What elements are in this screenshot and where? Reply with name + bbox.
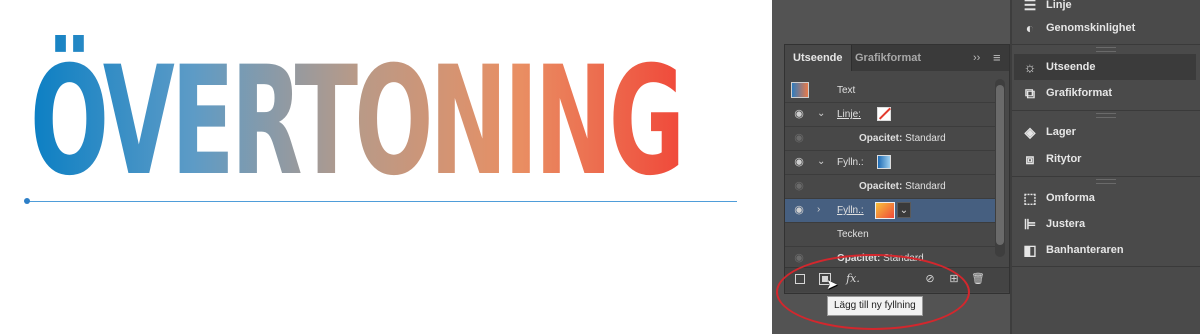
visibility-eye-icon[interactable]: ◉ <box>791 155 807 169</box>
stroke-label[interactable]: Linje: <box>837 108 861 122</box>
dock-item-ritytor[interactable]: ⧈ Ritytor <box>1014 146 1196 172</box>
chevron-right-icon[interactable]: › <box>817 203 820 217</box>
dock-separator <box>1012 44 1200 45</box>
opacity-label: Opacitet: Standard <box>859 180 946 194</box>
dock-grip[interactable] <box>1096 47 1116 52</box>
dock-label: Lager <box>1046 126 1076 138</box>
row-stroke[interactable]: ◉ ⌄ Linje: <box>785 103 995 127</box>
visibility-eye-icon[interactable]: ◉ <box>791 203 807 217</box>
highlight-ellipse <box>776 254 970 330</box>
row-text-object[interactable]: Text <box>785 79 995 103</box>
characters-label: Tecken <box>837 229 869 240</box>
collapse-panel-icon[interactable]: ›› <box>973 45 980 71</box>
dock-separator <box>1012 110 1200 111</box>
opacity-key[interactable]: Opacitet: <box>859 133 902 144</box>
dock-label: Banhanteraren <box>1046 244 1124 256</box>
pathfinder-icon: ◧ <box>1023 242 1037 258</box>
dock-separator <box>1012 266 1200 267</box>
transparency-icon: ◐ <box>1025 20 1035 36</box>
dock-item-lager[interactable]: ◈ Lager <box>1014 119 1196 145</box>
dock-label: Ritytor <box>1046 153 1082 165</box>
dock-item-banhanteraren[interactable]: ◧ Banhanteraren <box>1014 237 1196 263</box>
headline-text[interactable]: ÖVERTONING <box>30 35 685 209</box>
dock-label: Justera <box>1046 218 1086 230</box>
chevron-down-icon[interactable]: ⌄ <box>817 155 825 169</box>
trash-icon[interactable]: 🗑 <box>971 272 985 286</box>
opacity-label: Opacitet: Standard <box>859 132 946 146</box>
dock-label: Linje <box>1046 0 1072 11</box>
orange-gradient-swatch-icon[interactable] <box>875 202 895 219</box>
gradient-headline[interactable]: ÖVERTONING <box>30 38 685 206</box>
panel-scrollbar[interactable] <box>995 79 1005 257</box>
dock-grip[interactable] <box>1096 113 1116 118</box>
visibility-eye-icon[interactable]: ◉ <box>791 107 807 121</box>
opacity-key[interactable]: Opacitet: <box>859 181 902 192</box>
dock-label: Genomskinlighet <box>1046 22 1136 34</box>
chevron-down-icon[interactable]: ⌄ <box>817 107 825 121</box>
dock-label: Omforma <box>1046 192 1095 204</box>
row-fill-gradient[interactable]: ◉ ⌄ Fylln.: <box>785 151 995 175</box>
swatch-dropdown-icon[interactable]: ⌄ <box>897 202 911 218</box>
stroke-lines-icon: ☰ <box>1023 0 1037 13</box>
row-label: Text <box>837 85 856 96</box>
visibility-eye-icon[interactable]: ◉ <box>791 179 807 193</box>
scroll-thumb[interactable] <box>996 85 1004 245</box>
opacity-value: Standard <box>905 181 946 192</box>
dock-separator <box>1012 176 1200 177</box>
dock-grip[interactable] <box>1096 179 1116 184</box>
text-anchor-point[interactable] <box>24 198 30 204</box>
dock-item-utseende[interactable]: ☼ Utseende <box>1014 54 1196 80</box>
fill-label[interactable]: Fylln.: <box>837 156 864 170</box>
gradient-swatch-icon[interactable] <box>877 155 891 169</box>
opacity-value: Standard <box>905 133 946 144</box>
visibility-eye-icon[interactable]: ◉ <box>791 251 807 265</box>
artboards-icon: ⧈ <box>1025 151 1035 167</box>
stroke-none-swatch-icon[interactable] <box>877 107 891 121</box>
dock-divider[interactable] <box>1010 0 1012 334</box>
visibility-eye-icon[interactable]: ◉ <box>791 131 807 145</box>
transform-icon: ⬚ <box>1023 190 1037 206</box>
row-opacity[interactable]: ◉ Opacitet: Standard <box>785 127 995 151</box>
fill-label[interactable]: Fylln.: <box>837 204 864 218</box>
dock-label: Utseende <box>1046 61 1096 73</box>
tab-grafikformat[interactable]: Grafikformat <box>847 45 929 71</box>
panel-menu-icon[interactable]: ≡ <box>993 45 1001 71</box>
dock-item-justera[interactable]: ⊫ Justera <box>1014 211 1196 237</box>
text-baseline <box>27 201 737 202</box>
graphic-styles-icon: ⧉ <box>1025 85 1035 101</box>
dock-item-grafikformat[interactable]: ⧉ Grafikformat <box>1014 80 1196 106</box>
row-fill-selected[interactable]: ◉ › Fylln.: ⌄ <box>785 199 995 223</box>
row-characters[interactable]: Tecken <box>785 223 995 247</box>
text-thumbnail-icon <box>791 82 809 98</box>
dock-label: Grafikformat <box>1046 87 1113 99</box>
dock-item-genomskinlighet[interactable]: ◐ Genomskinlighet <box>1014 15 1196 41</box>
panel-tabs: Utseende Grafikformat ›› ≡ <box>785 45 1009 71</box>
row-opacity[interactable]: ◉ Opacitet: Standard <box>785 175 995 199</box>
appearance-sun-icon: ☼ <box>1023 59 1037 75</box>
tab-utseende[interactable]: Utseende <box>785 45 852 71</box>
artboard-canvas: ÖVERTONING <box>0 0 772 334</box>
align-icon: ⊫ <box>1023 216 1037 232</box>
layers-icon: ◈ <box>1024 124 1036 140</box>
dock-item-omforma[interactable]: ⬚ Omforma <box>1014 185 1196 211</box>
